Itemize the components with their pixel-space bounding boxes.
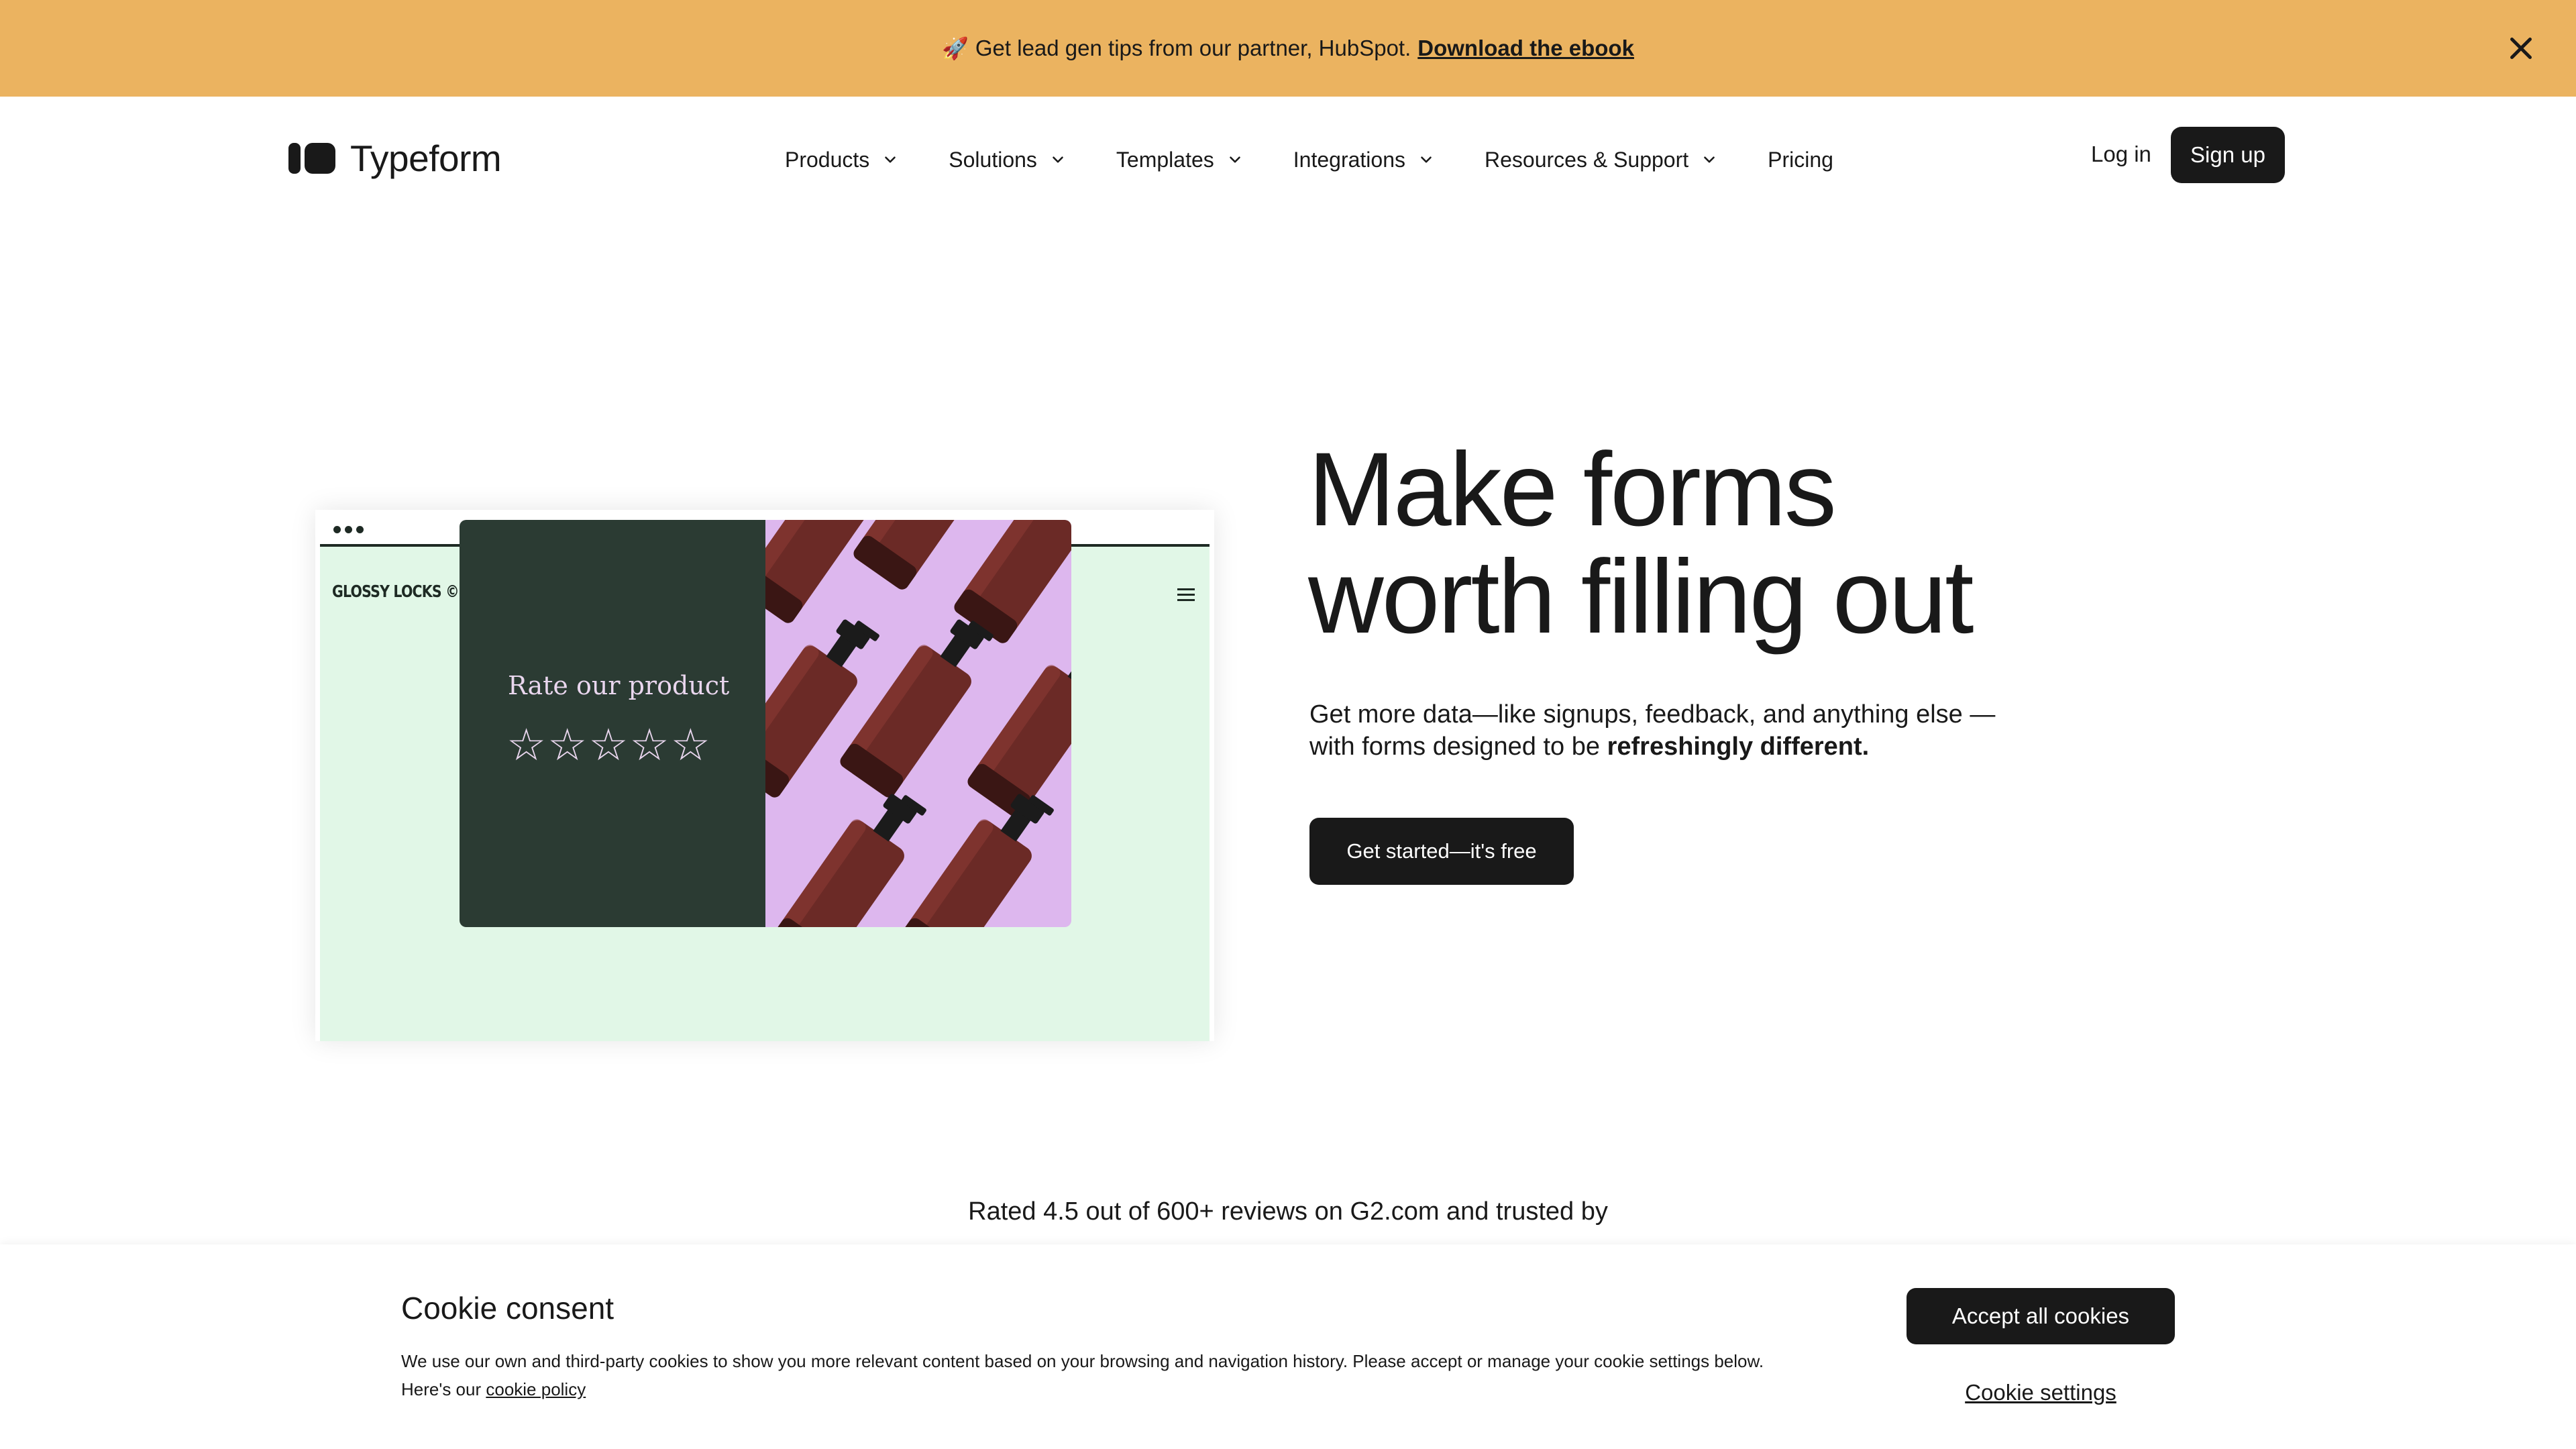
chevron-down-icon bbox=[1229, 156, 1240, 163]
chevron-down-icon bbox=[1421, 156, 1432, 163]
nav-solutions[interactable]: Solutions bbox=[949, 148, 1067, 172]
star-icon: ☆ bbox=[629, 720, 669, 769]
signup-button[interactable]: Sign up bbox=[2171, 127, 2285, 183]
download-ebook-link[interactable]: Download the ebook bbox=[1417, 36, 1634, 61]
hero-subheading: Get more data—like signups, feedback, an… bbox=[1309, 698, 2021, 763]
rocket-icon: 🚀 bbox=[942, 36, 969, 60]
main-nav: Products Solutions Templates Integration… bbox=[785, 140, 1883, 180]
star-rating: ☆ ☆ ☆ ☆ ☆ bbox=[506, 722, 712, 767]
product-bottles-image bbox=[765, 520, 1071, 927]
get-started-button[interactable]: Get started—it's free bbox=[1309, 818, 1574, 885]
nav-label: Integrations bbox=[1293, 147, 1405, 172]
subheading-emphasis: refreshingly different. bbox=[1607, 733, 1870, 761]
banner-text: Get lead gen tips from our partner, HubS… bbox=[975, 36, 1411, 60]
headline-line-1: Make forms bbox=[1308, 431, 1837, 548]
headline-line-2: worth filling out bbox=[1308, 539, 1974, 655]
mock-website: GLOSSY LOCKS © Rate our product ☆ ☆ ☆ ☆ … bbox=[320, 520, 1210, 1041]
close-icon[interactable] bbox=[2503, 30, 2539, 66]
typeform-logo[interactable]: Typeform bbox=[288, 137, 502, 180]
rating-trust-text: Rated 4.5 out of 600+ reviews on G2.com … bbox=[968, 1197, 1608, 1226]
promo-banner: 🚀 Get lead gen tips from our partner, Hu… bbox=[0, 0, 2576, 97]
hero-headline: Make forms worth filling out bbox=[1308, 431, 1974, 655]
nav-pricing[interactable]: Pricing bbox=[1768, 148, 1833, 172]
star-icon: ☆ bbox=[588, 720, 629, 769]
hamburger-menu-icon bbox=[1177, 588, 1195, 604]
cookie-consent-banner: Cookie consent We use our own and third-… bbox=[0, 1244, 2576, 1449]
hero-illustration: GLOSSY LOCKS © Rate our product ☆ ☆ ☆ ☆ … bbox=[315, 510, 1214, 1041]
star-icon: ☆ bbox=[506, 720, 547, 769]
chevron-down-icon bbox=[1053, 156, 1063, 163]
nav-integrations[interactable]: Integrations bbox=[1293, 148, 1435, 172]
nav-label: Pricing bbox=[1768, 147, 1833, 172]
login-link[interactable]: Log in bbox=[2091, 142, 2151, 167]
star-icon: ☆ bbox=[547, 720, 588, 769]
star-icon: ☆ bbox=[670, 720, 710, 769]
rating-form-panel: Rate our product ☆ ☆ ☆ ☆ ☆ bbox=[460, 520, 765, 927]
nav-label: Products bbox=[785, 147, 870, 172]
cookie-policy-link[interactable]: cookie policy bbox=[486, 1379, 586, 1399]
chevron-down-icon bbox=[885, 156, 896, 163]
cookie-description-text: We use our own and third-party cookies t… bbox=[401, 1351, 1764, 1399]
rating-form-card: Rate our product ☆ ☆ ☆ ☆ ☆ bbox=[460, 520, 1071, 927]
nav-templates[interactable]: Templates bbox=[1116, 148, 1244, 172]
typeform-logo-icon bbox=[288, 143, 335, 174]
rating-question: Rate our product bbox=[508, 671, 730, 700]
cookie-description: We use our own and third-party cookies t… bbox=[401, 1347, 1817, 1403]
nav-label: Resources & Support bbox=[1484, 147, 1689, 172]
bottles-illustration bbox=[765, 520, 1071, 927]
nav-label: Templates bbox=[1116, 147, 1214, 172]
site-header: Typeform Products Solutions Templates In… bbox=[0, 97, 2576, 212]
nav-resources-support[interactable]: Resources & Support bbox=[1485, 148, 1718, 172]
cookie-settings-link[interactable]: Cookie settings bbox=[1907, 1380, 2175, 1405]
accept-all-cookies-button[interactable]: Accept all cookies bbox=[1907, 1288, 2175, 1344]
chevron-down-icon bbox=[1704, 156, 1715, 163]
nav-label: Solutions bbox=[949, 147, 1037, 172]
window-dots-icon bbox=[333, 526, 368, 533]
mock-brand-name: GLOSSY LOCKS © bbox=[332, 582, 460, 601]
nav-products[interactable]: Products bbox=[785, 148, 899, 172]
logo-text: Typeform bbox=[350, 138, 502, 179]
cookie-title: Cookie consent bbox=[401, 1291, 614, 1326]
